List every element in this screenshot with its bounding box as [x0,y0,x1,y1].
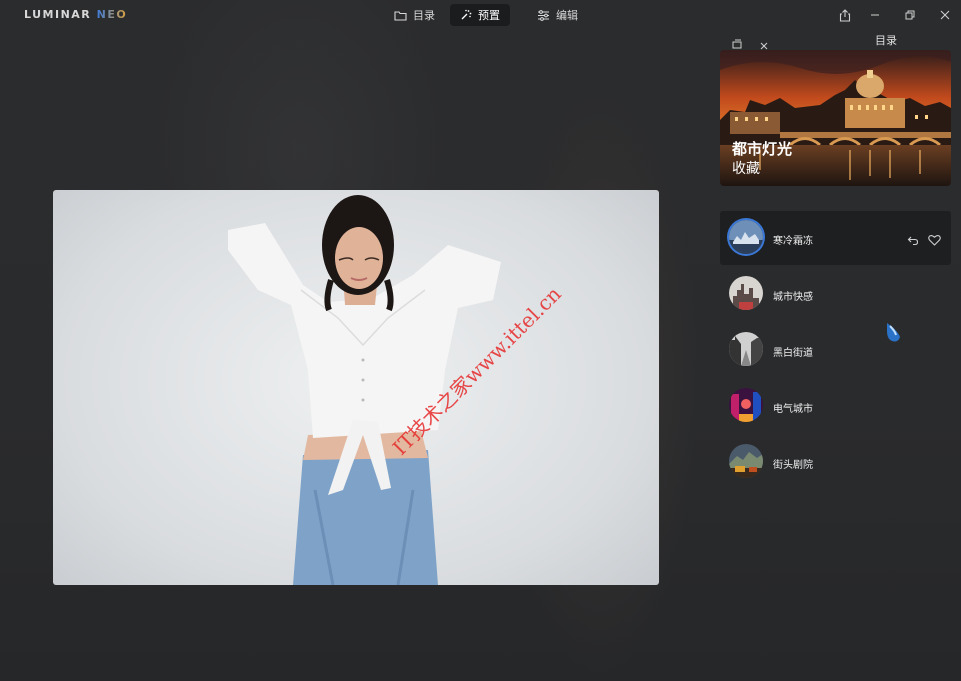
preset-thumbnail [729,388,763,422]
nav-catalog-label: 目录 [413,9,435,22]
close-window-button[interactable] [937,7,953,23]
panel-close-button[interactable] [759,36,771,50]
nav-presets-button[interactable]: 预置 [450,4,510,26]
share-icon [839,8,851,22]
top-bar: LUMINAR NEO 目录 预置 编辑 [0,0,961,30]
panel-expand-button[interactable] [731,35,745,49]
panel-title: 目录 [875,34,897,47]
undo-icon [907,236,919,246]
cursor-icon [887,323,900,342]
favorite-button[interactable] [928,231,942,246]
minimize-button[interactable] [867,7,883,23]
preset-label: 街头剧院 [773,460,813,471]
close-icon [940,10,950,20]
preset-thumbnail [729,444,763,478]
magic-wand-icon [461,9,472,20]
logo-main: LUMINAR [24,8,97,21]
preset-thumbnail [729,276,763,310]
undo-button[interactable] [907,231,921,246]
preset-thumbnail [729,220,763,254]
preset-label: 寒冷霜冻 [773,236,813,247]
preset-item-urban-thrill[interactable]: 城市快感 [720,267,951,321]
restore-button[interactable] [902,7,918,23]
nav-edit-label: 编辑 [556,9,578,22]
preset-label: 黑白街道 [773,348,813,359]
preset-label: 电气城市 [773,404,813,415]
preset-item-cold-frost[interactable]: 寒冷霜冻 [720,211,951,265]
logo-accent: NEO [96,8,128,21]
nav-edit-button[interactable]: 编辑 [527,4,588,26]
heart-icon [928,234,941,246]
collection-subtitle: 收藏 [732,161,760,177]
minimize-icon [871,14,879,16]
sliders-icon [538,9,549,21]
preset-item-bw-street[interactable]: 黑白街道 [720,323,951,377]
share-button[interactable] [837,7,853,23]
collection-banner[interactable]: 都市灯光 收藏 [720,50,951,186]
nav-presets-label: 预置 [478,9,500,22]
mouse-cursor [884,321,904,349]
collection-title: 都市灯光 [732,140,793,158]
nav-catalog-button[interactable]: 目录 [384,4,445,26]
restore-icon [905,10,915,20]
photo-subject-image [228,195,501,585]
app-logo: LUMINAR NEO [24,8,127,21]
folder-icon [394,10,407,21]
expand-icon [732,39,742,49]
preset-thumbnail [729,332,763,366]
preset-item-electric-city[interactable]: 电气城市 [720,379,951,433]
preset-item-street-theater[interactable]: 街头剧院 [720,435,951,489]
main-photo[interactable] [53,190,659,585]
preset-label: 城市快感 [773,292,813,303]
